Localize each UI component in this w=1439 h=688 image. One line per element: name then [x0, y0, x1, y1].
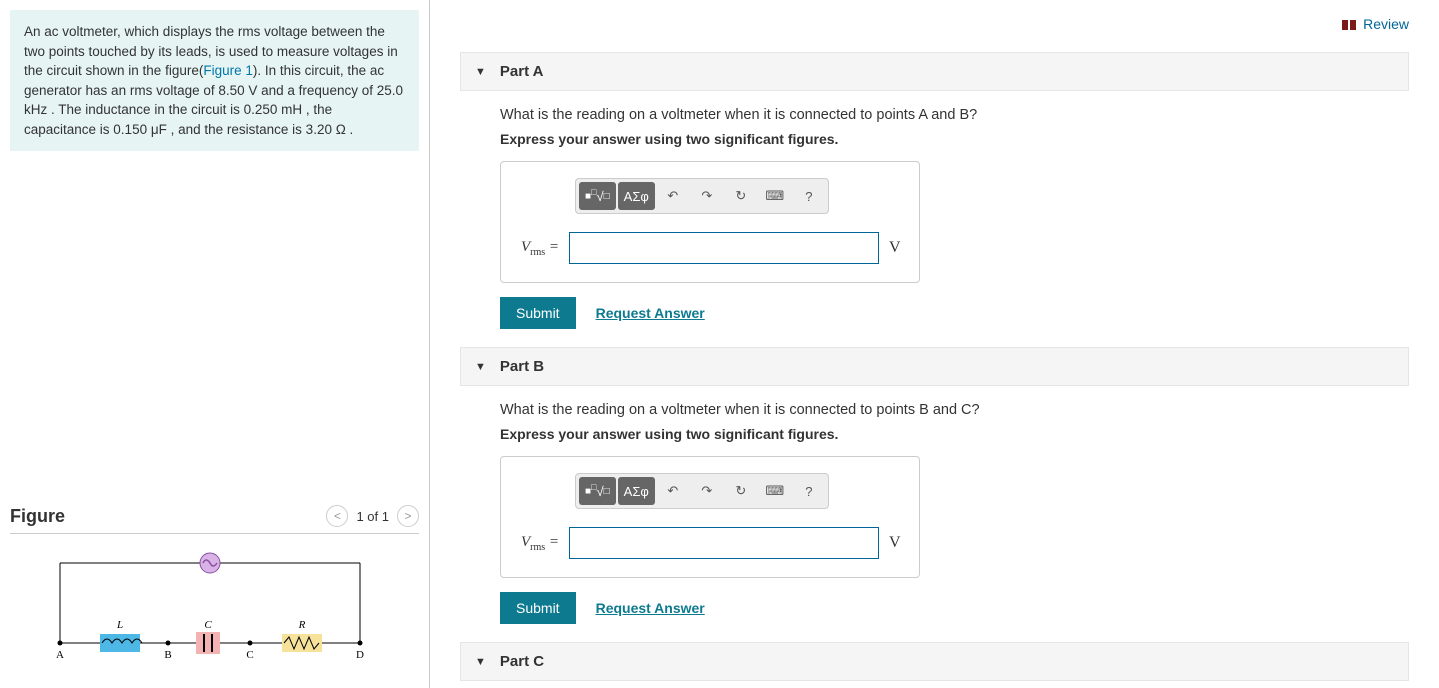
part-c: ▼ Part C [460, 642, 1409, 681]
part-b-instruction: Express your answer using two significan… [500, 426, 1409, 442]
figure-header: Figure < 1 of 1 > [10, 505, 419, 534]
keyboard-button[interactable]: ⌨ [759, 477, 791, 505]
part-b-title: Part B [500, 358, 544, 375]
svg-text:L: L [116, 619, 123, 631]
reset-button[interactable]: ↻ [725, 182, 757, 210]
keyboard-button[interactable]: ⌨ [759, 182, 791, 210]
figure-next-button[interactable]: > [397, 505, 419, 527]
part-b-input[interactable] [569, 527, 879, 559]
help-button[interactable]: ? [793, 477, 825, 505]
svg-text:C: C [204, 619, 212, 631]
part-a-question: What is the reading on a voltmeter when … [500, 107, 1409, 123]
svg-text:C: C [246, 649, 253, 661]
circuit-diagram: L C R A B C D [50, 548, 379, 668]
templates-button[interactable]: ■□√□ [579, 182, 616, 210]
reset-button[interactable]: ↻ [725, 477, 757, 505]
problem-statement: An ac voltmeter, which displays the rms … [10, 10, 419, 151]
redo-button[interactable]: ↷ [691, 477, 723, 505]
collapse-caret-icon: ▼ [475, 656, 486, 668]
figure-nav: < 1 of 1 > [326, 505, 419, 527]
part-b-question: What is the reading on a voltmeter when … [500, 402, 1409, 418]
svg-text:D: D [356, 649, 364, 661]
part-a-body: What is the reading on a voltmeter when … [460, 91, 1409, 329]
equation-toolbar: ■□√□ ΑΣφ ↶ ↷ ↻ ⌨ ? [575, 178, 829, 214]
svg-text:R: R [298, 619, 306, 631]
equation-toolbar: ■□√□ ΑΣφ ↶ ↷ ↻ ⌨ ? [575, 473, 829, 509]
undo-button[interactable]: ↶ [657, 182, 689, 210]
part-a: ▼ Part A What is the reading on a voltme… [460, 52, 1409, 329]
part-a-unit: V [889, 239, 901, 257]
part-b-header[interactable]: ▼ Part B [460, 347, 1409, 386]
help-button[interactable]: ? [793, 182, 825, 210]
collapse-caret-icon: ▼ [475, 361, 486, 373]
left-panel: An ac voltmeter, which displays the rms … [0, 0, 430, 688]
part-a-input[interactable] [569, 232, 879, 264]
review-link[interactable]: Review [1363, 16, 1409, 32]
part-c-title: Part C [500, 653, 544, 670]
svg-text:A: A [56, 649, 64, 661]
part-b-unit: V [889, 534, 901, 552]
templates-button[interactable]: ■□√□ [579, 477, 616, 505]
figure-section: Figure < 1 of 1 > L [10, 505, 419, 678]
part-a-header[interactable]: ▼ Part A [460, 52, 1409, 91]
part-b-answer-row: Vrms = V [515, 527, 905, 559]
part-c-header[interactable]: ▼ Part C [460, 642, 1409, 681]
redo-button[interactable]: ↷ [691, 182, 723, 210]
part-a-instruction: Express your answer using two significan… [500, 131, 1409, 147]
figure-title: Figure [10, 506, 65, 527]
part-b-submit-button[interactable]: Submit [500, 592, 576, 624]
part-a-variable: Vrms = [521, 239, 559, 258]
figure-prev-button[interactable]: < [326, 505, 348, 527]
part-b: ▼ Part B What is the reading on a voltme… [460, 347, 1409, 624]
review-bar: Review [460, 10, 1409, 52]
part-b-request-link[interactable]: Request Answer [596, 600, 705, 616]
greek-button[interactable]: ΑΣφ [618, 477, 655, 505]
figure-nav-text: 1 of 1 [356, 509, 389, 524]
greek-button[interactable]: ΑΣφ [618, 182, 655, 210]
svg-text:B: B [164, 649, 171, 661]
collapse-caret-icon: ▼ [475, 66, 486, 78]
figure-link[interactable]: Figure 1 [203, 63, 253, 78]
part-a-title: Part A [500, 63, 544, 80]
part-a-answer-row: Vrms = V [515, 232, 905, 264]
part-b-buttons: Submit Request Answer [500, 592, 1409, 624]
part-a-request-link[interactable]: Request Answer [596, 305, 705, 321]
part-a-buttons: Submit Request Answer [500, 297, 1409, 329]
right-panel: Review ▼ Part A What is the reading on a… [430, 0, 1439, 688]
part-b-body: What is the reading on a voltmeter when … [460, 386, 1409, 624]
part-a-answer-box: ■□√□ ΑΣφ ↶ ↷ ↻ ⌨ ? Vrms = V [500, 161, 920, 283]
undo-button[interactable]: ↶ [657, 477, 689, 505]
book-icon [1341, 18, 1357, 30]
part-a-submit-button[interactable]: Submit [500, 297, 576, 329]
part-b-variable: Vrms = [521, 534, 559, 553]
part-b-answer-box: ■□√□ ΑΣφ ↶ ↷ ↻ ⌨ ? Vrms = V [500, 456, 920, 578]
